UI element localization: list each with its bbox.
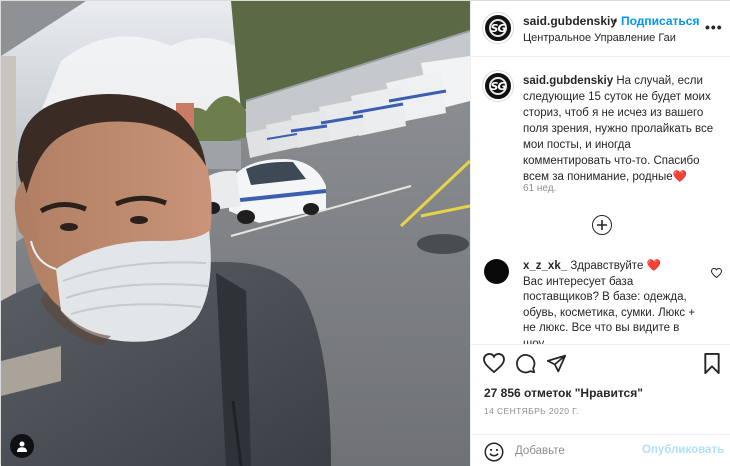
person-icon	[17, 441, 27, 452]
paper-plane-icon[interactable]	[546, 353, 567, 377]
commenter-avatar[interactable]	[484, 259, 509, 284]
caption-time: 61 нед.	[523, 183, 557, 194]
likes-count[interactable]: 27 856 отметок "Нравится"	[484, 386, 643, 400]
post-location[interactable]: Центральное Управление Гаи	[523, 32, 676, 44]
post-actions	[471, 344, 730, 384]
post-header: SG said.gubdenskiy • Подписаться Централ…	[471, 1, 730, 57]
comments-section[interactable]: SG said.gubdenskiy На случай, если следу…	[471, 58, 730, 344]
comment-like-icon[interactable]	[710, 265, 723, 281]
author-username[interactable]: said.gubdenskiy	[523, 14, 617, 28]
comment-item: x_z_xk_ Здравствуйте ❤️ Вас интересует б…	[523, 259, 703, 344]
more-dots-icon[interactable]: •••	[705, 19, 723, 35]
post-side-panel: SG said.gubdenskiy • Подписаться Централ…	[470, 1, 730, 466]
post-dialog: SG said.gubdenskiy • Подписаться Централ…	[0, 0, 730, 466]
publish-button[interactable]: Опубликовать	[642, 444, 724, 456]
follow-button[interactable]: Подписаться	[621, 14, 699, 28]
bookmark-icon[interactable]	[703, 353, 721, 377]
selfie-photo-illustration	[1, 1, 470, 466]
author-avatar[interactable]: SG	[483, 13, 513, 43]
comment-body: Вас интересует база поставщиков? В базе:…	[523, 275, 696, 345]
caption-avatar[interactable]: SG	[483, 71, 513, 101]
heart-outline-icon[interactable]	[483, 352, 505, 376]
comment-greeting: Здравствуйте	[570, 260, 644, 272]
comment-bubble-icon[interactable]	[515, 353, 536, 377]
heart-emoji-icon: ❤️	[646, 260, 661, 272]
add-comment-input[interactable]	[515, 442, 635, 460]
user-tag-button[interactable]	[10, 434, 34, 458]
caption-text: На случай, если следующие 15 суток не бу…	[523, 75, 714, 183]
heart-emoji-icon: ❤️	[672, 171, 687, 183]
caption-username[interactable]: said.gubdenskiy	[523, 75, 613, 87]
load-more-comments-button[interactable]	[592, 215, 612, 235]
plus-circle-icon	[597, 220, 607, 230]
post-date[interactable]: 14 сентябрь 2020 г.	[484, 406, 579, 416]
post-photo[interactable]	[1, 1, 470, 466]
post-caption: said.gubdenskiy На случай, если следующи…	[523, 73, 718, 185]
add-comment-bar: Опубликовать	[471, 434, 730, 466]
smiley-icon[interactable]	[484, 442, 504, 465]
comment-username[interactable]: x_z_xk_	[523, 260, 567, 272]
separator-dot: •	[613, 14, 618, 28]
